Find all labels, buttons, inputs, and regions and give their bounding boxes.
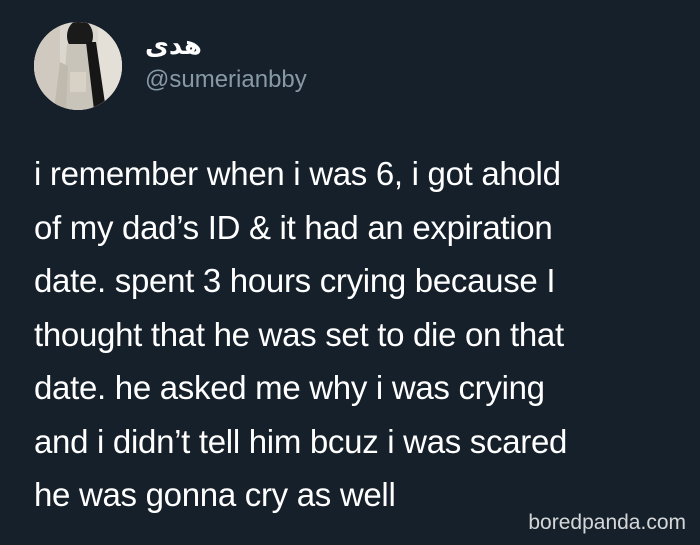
display-name[interactable]: هدى [145,30,202,62]
avatar[interactable] [34,22,122,110]
tweet-text-line: date. spent 3 hours crying because I [34,262,556,299]
profile-photo-icon [34,22,122,110]
tweet-text-line: date. he asked me why i was crying [34,369,545,406]
watermark: boredpanda.com [528,511,686,534]
user-handle[interactable]: @sumerianbby [145,65,307,95]
tweet-text: i remember when i was 6, i got ahold of … [34,147,674,522]
tweet-text-line: of my dad’s ID & it had an expiration [34,208,553,246]
tweet-text-line: thought that he was set to die on that [34,315,564,353]
tweet-card: هدى @sumerianbby i remember when i was 6… [0,0,700,545]
tweet-text-line: and i didn’t tell him bcuz i was scared [34,422,568,460]
tweet-text-line: i remember when i was 6, i got ahold [34,155,561,192]
